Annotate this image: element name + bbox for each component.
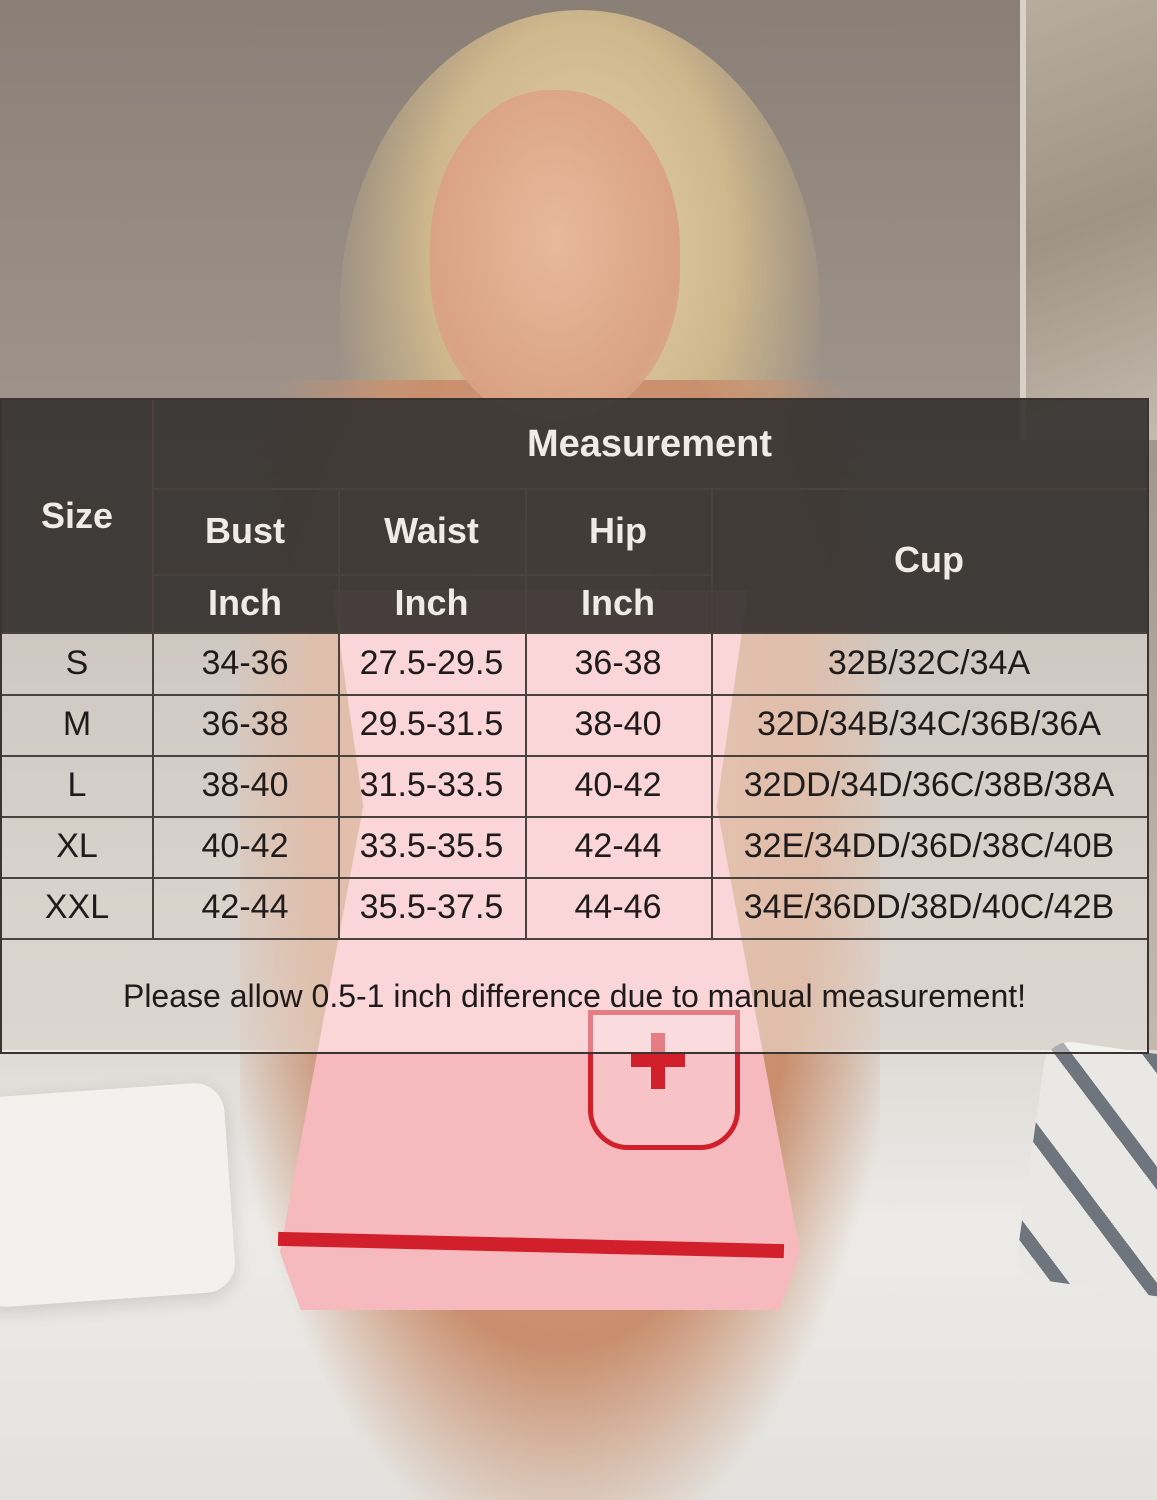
waist-unit: Inch xyxy=(394,582,469,623)
row-m-size: M xyxy=(62,705,92,743)
row-s-hip: 36-38 xyxy=(574,643,662,682)
grid-line xyxy=(152,488,1147,490)
bust-unit: Inch xyxy=(207,582,282,623)
row-m-bust: 36-38 xyxy=(201,705,289,743)
hip-header: Hip xyxy=(589,510,647,551)
row-s-size: S xyxy=(65,643,89,682)
measurement-header: Measurement xyxy=(527,422,772,465)
row-xxl-hip: 44-46 xyxy=(574,888,662,926)
row-s-bust: 34-36 xyxy=(201,643,289,682)
row-l-hip: 40-42 xyxy=(574,766,662,804)
size-header: Size xyxy=(40,495,114,536)
row-l-bust: 38-40 xyxy=(201,766,289,804)
row-xl-hip: 42-44 xyxy=(574,827,662,865)
bust-header: Bust xyxy=(205,510,285,551)
row-xl-bust: 40-42 xyxy=(201,827,289,865)
grid-line xyxy=(152,574,711,576)
row-xxl-waist: 35.5-37.5 xyxy=(359,888,504,926)
cup-header: Cup xyxy=(894,539,964,580)
wall-artwork xyxy=(1020,0,1157,440)
row-l-cup: 32DD/34D/36C/38B/38A xyxy=(743,766,1115,804)
waist-header: Waist xyxy=(384,510,479,551)
row-xxl-size: XXL xyxy=(44,888,110,926)
pocket-cross-icon-bar xyxy=(631,1053,685,1067)
row-l-size: L xyxy=(67,766,87,804)
row-xl-size: XL xyxy=(56,827,98,865)
hip-unit: Inch xyxy=(580,582,655,623)
pillow-left xyxy=(0,1081,238,1309)
row-s-cup: 32B/32C/34A xyxy=(827,643,1031,682)
model-face xyxy=(430,90,680,420)
size-chart: Size Measurement Bust Waist Hip Cup Inch… xyxy=(0,398,1149,1054)
measurement-note: Please allow 0.5-1 inch difference due t… xyxy=(122,977,1027,1014)
row-s-waist: 27.5-29.5 xyxy=(359,643,504,682)
row-m-cup: 32D/34B/34C/36B/36A xyxy=(756,705,1102,743)
row-xxl-bust: 42-44 xyxy=(201,888,289,926)
row-l-waist: 31.5-33.5 xyxy=(359,766,504,804)
row-m-hip: 38-40 xyxy=(574,705,662,743)
row-m-waist: 29.5-31.5 xyxy=(359,705,504,743)
row-xl-cup: 32E/34DD/36D/38C/40B xyxy=(743,827,1115,865)
row-xxl-cup: 34E/36DD/38D/40C/42B xyxy=(743,888,1115,926)
row-xl-waist: 33.5-35.5 xyxy=(359,827,504,865)
